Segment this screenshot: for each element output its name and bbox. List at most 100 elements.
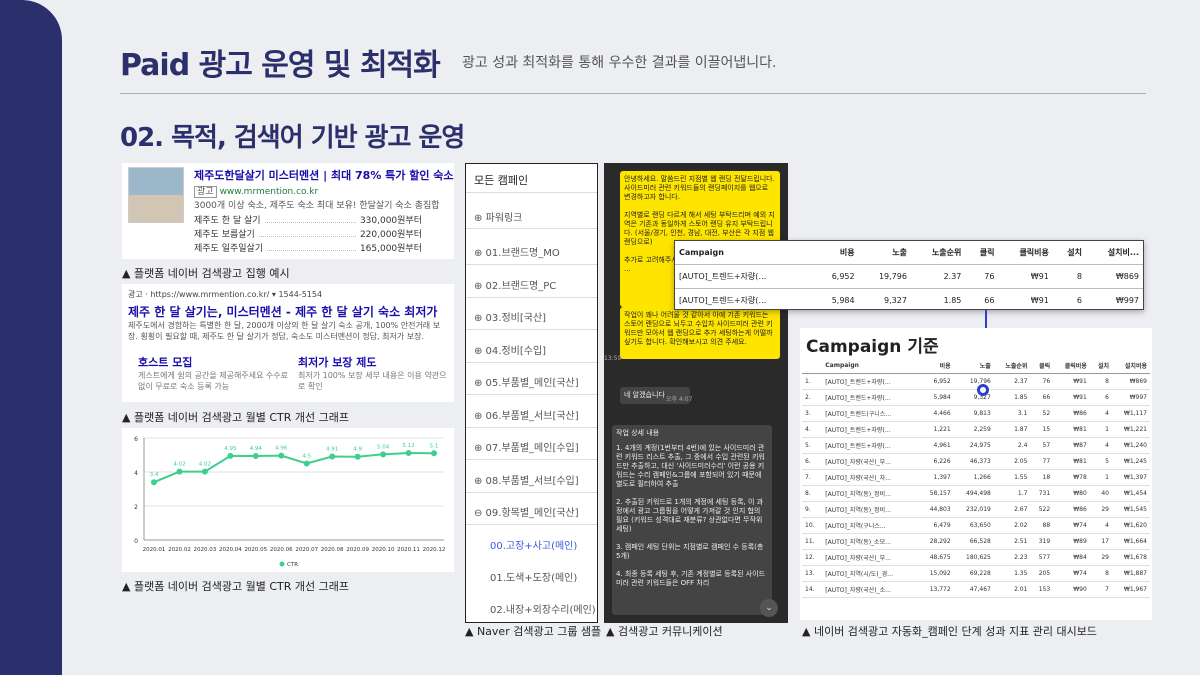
adgroup-item[interactable]: 02.내장+외장수리(메인) [490, 601, 596, 616]
ad-headline[interactable]: 제주 한 달 살기는, 미스터멘션 - 제주 한 달 살기 숙소 최저가 [128, 303, 437, 320]
sitelink-host[interactable]: 호스트 모집 [138, 354, 192, 370]
ad-title[interactable]: 제주도한달살기 미스터멘션 | 최대 78% 특가 할인 숙소 [194, 167, 454, 183]
column-header[interactable]: 노출순위 [910, 241, 966, 265]
table-row[interactable]: 12. [AUTO]_자량(국산)_부… 48,675 180,625 2.23 577 ₩… [802, 549, 1150, 566]
table-cell: [AUTO]_트렌드+자량(… [822, 389, 919, 406]
table-cell: 28,292 [918, 533, 954, 550]
table-row[interactable]: 1. [AUTO]_트렌드+자량(… 6,952 19,796 2.37 76 ₩91 8 ₩8… [802, 373, 1150, 390]
table-row[interactable]: [AUTO]_트렌드+자량(… 6,952 19,796 2.37 76 ₩91 8 ₩869 [675, 264, 1143, 289]
table-row[interactable]: 11. [AUTO]_지역(동)_소모… 28,292 66,528 2.51 319 ₩8… [802, 533, 1150, 550]
table-cell: ₩91 [1053, 389, 1090, 406]
table-cell: 66 [1030, 389, 1054, 406]
table-cell: 2,259 [953, 421, 994, 438]
campaign-item[interactable]: ⊕ 08.부품별_서브[수입] [474, 472, 579, 487]
table-cell: 2.01 [993, 581, 1031, 598]
table-row[interactable]: 6. [AUTO]_자량(국산)_부… 6,226 46,373 2.05 77 ₩81 5 ₩… [802, 453, 1150, 470]
column-header[interactable]: 노출 [953, 358, 994, 374]
series-line [153, 451, 435, 484]
campaign-item[interactable]: ⊕ 01.브랜드명_MO [474, 244, 560, 259]
table-cell: 1.35 [993, 565, 1031, 582]
table-row[interactable]: 13. [AUTO]_지역(시/도)_경… 15,092 69,228 1.35 205 ₩… [802, 565, 1150, 582]
table-row[interactable]: 2. [AUTO]_트렌드+자량(… 5,984 9,327 1.85 66 ₩91 6 ₩99… [802, 389, 1150, 406]
table-cell: ₩74 [1053, 517, 1090, 534]
column-header[interactable]: 클릭비용 [998, 241, 1053, 265]
chevron-down-icon[interactable]: ⌄ [760, 599, 778, 617]
column-header[interactable]: 노출순위 [993, 358, 1031, 374]
table-row[interactable]: 5. [AUTO]_트렌드+자량(… 4,961 24,975 2.4 57 ₩87 4 ₩1,… [802, 437, 1150, 454]
campaign-item[interactable]: ⊕ 04.정비[수입] [474, 342, 546, 357]
ad-price-row[interactable]: 제주도 일주일살기 165,000원부터 [194, 241, 422, 254]
ad-price-row[interactable]: 제주도 한 달 살기 330,000원부터 [194, 213, 422, 226]
table-cell: [AUTO]_지역(동)_정비… [822, 485, 919, 502]
table-cell: ₩997 [1111, 389, 1150, 406]
campaign-header[interactable]: 모든 캠페인 [474, 172, 528, 188]
detail-body: 1. 4개의 계정(1번부터 4번)에 있는 사이드미러 관련 키워드 리스트 … [616, 444, 766, 587]
column-header[interactable]: 클릭비용 [1053, 358, 1090, 374]
column-header[interactable]: 설치 [1089, 358, 1112, 374]
campaign-item[interactable]: ⊖ 09.항목별_메인[국산] [474, 504, 579, 519]
table-row[interactable]: 14. [AUTO]_자량(국산)_소… 13,772 47,467 2.01 153 ₩9… [802, 581, 1150, 598]
data-point [252, 453, 259, 460]
table-cell: 494,498 [953, 485, 994, 502]
column-header[interactable]: 비용 [813, 241, 859, 265]
table-cell: 9. [802, 501, 823, 518]
data-label: 4.02 [199, 462, 211, 468]
table-cell: ₩1,245 [1111, 453, 1150, 470]
column-header[interactable]: 클릭 [1030, 358, 1054, 374]
table-row[interactable]: 3. [AUTO]_트렌드(구니스… 4,466 9,813 3.1 52 ₩86 4 ₩1,1… [802, 405, 1150, 422]
table-cell: 15 [1030, 421, 1054, 438]
campaign-zoom-table: Campaign 비용 노출 노출순위 클릭 클릭비용 설치 설치비... [AUTO]_트렌드… [674, 240, 1144, 310]
campaign-item[interactable]: ⊕ 02.브랜드명_PC [474, 277, 556, 292]
table-cell: ₩1,545 [1111, 501, 1150, 518]
adgroup-item[interactable]: 01.도색+도장(메인) [490, 569, 577, 584]
campaign-item[interactable]: ⊕ 05.부품별_메인[국산] [474, 374, 579, 389]
ad-price-row[interactable]: 제주도 보름살기 220,000원부터 [194, 227, 422, 240]
table-cell: 2.67 [993, 501, 1031, 518]
data-point [405, 449, 412, 456]
table-cell: 57 [1030, 437, 1054, 454]
table-cell: 1,221 [918, 421, 954, 438]
table-cell: 4,961 [918, 437, 954, 454]
table-row[interactable]: [AUTO]_트렌드+자량(… 5,984 9,327 1.85 66 ₩91 6 ₩997 [675, 288, 1143, 309]
column-header[interactable]: 노출 [858, 241, 911, 265]
column-header[interactable]: 설치비... [1085, 241, 1143, 265]
page-title: Paid 광고 운영 및 최적화 [120, 48, 441, 83]
table-row[interactable]: 4. [AUTO]_트렌드+자량(… 1,221 2,259 1.87 15 ₩81 1 ₩1,… [802, 421, 1150, 438]
divider [466, 361, 597, 363]
table-cell: 46,373 [953, 453, 994, 470]
table-cell: 4. [802, 421, 823, 438]
table-row[interactable]: 9. [AUTO]_지역(동)_정비… 44,803 232,019 2.67 522 ₩8… [802, 501, 1150, 518]
header-divider [120, 93, 1146, 94]
table-cell: ₩1,221 [1111, 421, 1150, 438]
adgroup-item[interactable]: 00.고장+사고(메인) [490, 537, 577, 552]
table-cell: 1.7 [993, 485, 1031, 502]
table-cell: 14. [802, 581, 823, 598]
data-label: 4.96 [275, 446, 288, 452]
table-cell: 1 [1089, 469, 1112, 486]
table-cell: [AUTO]_지역(시/도)_경… [822, 565, 919, 582]
column-header[interactable]: 비용 [918, 358, 954, 374]
column-header[interactable] [802, 358, 823, 374]
campaign-item[interactable]: ⊕ 06.부품별_서브[국산] [474, 407, 579, 422]
column-header[interactable]: Campaign [822, 358, 919, 374]
table-cell: ₩1,887 [1111, 565, 1150, 582]
table-cell: [AUTO]_자량(국산)_자… [822, 469, 919, 486]
sitelink-price[interactable]: 최저가 보장 제도 [298, 354, 377, 370]
column-header[interactable]: Campaign [675, 241, 814, 265]
table-row[interactable]: 10. [AUTO]_지역(구니스… 6,479 63,650 2.02 88 ₩74 4 ₩1… [802, 517, 1150, 534]
table-cell: 2.23 [993, 549, 1031, 566]
table-cell: 10. [802, 517, 823, 534]
table-cell: 1.85 [993, 389, 1031, 406]
campaign-item[interactable]: ⊕ 07.부품별_메인[수입] [474, 439, 579, 454]
dashboard-title: Campaign 기준 [806, 337, 939, 357]
table-row[interactable]: 8. [AUTO]_지역(동)_정비… 58,157 494,498 1.7 731 ₩80… [802, 485, 1150, 502]
table-row[interactable]: 7. [AUTO]_자량(국산)_자… 1,397 1,266 1.55 18 ₩78 1 ₩1… [802, 469, 1150, 486]
campaign-group[interactable]: ⊕ 파워링크 [474, 209, 522, 224]
x-tick-label: 2020.10 [372, 547, 395, 553]
campaign-item[interactable]: ⊕ 03.정비[국산] [474, 309, 546, 324]
data-label: 4.9 [353, 447, 362, 453]
column-header[interactable]: 설치비용 [1111, 358, 1150, 374]
column-header[interactable]: 클릭 [965, 241, 999, 265]
column-header[interactable]: 설치 [1052, 241, 1086, 265]
data-point [354, 453, 361, 460]
